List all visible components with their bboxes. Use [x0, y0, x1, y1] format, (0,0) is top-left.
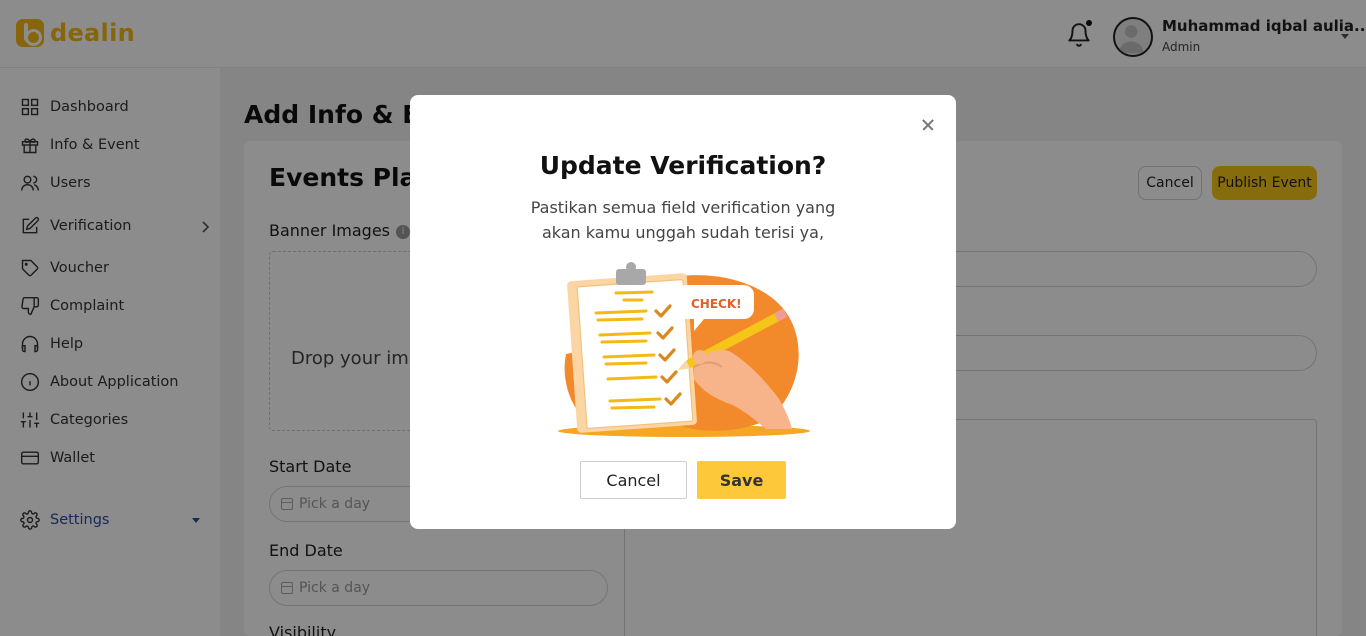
modal-save-button[interactable]: Save [697, 461, 786, 499]
modal-description-line-2: akan kamu unggah sudah terisi ya, [541, 223, 825, 242]
clipboard-checklist-illustration: CHECK! [558, 262, 810, 437]
modal-cancel-button[interactable]: Cancel [580, 461, 687, 499]
check-bubble-text: CHECK! [691, 297, 742, 311]
modal-title: Update Verification? [539, 151, 827, 180]
update-verification-modal: Update Verification? Pastikan semua fiel… [410, 95, 956, 529]
close-icon[interactable] [920, 117, 936, 133]
modal-description-line-1: Pastikan semua field verification yang [530, 198, 836, 217]
modal-description: Pastikan semua field verification yang a… [513, 195, 853, 245]
